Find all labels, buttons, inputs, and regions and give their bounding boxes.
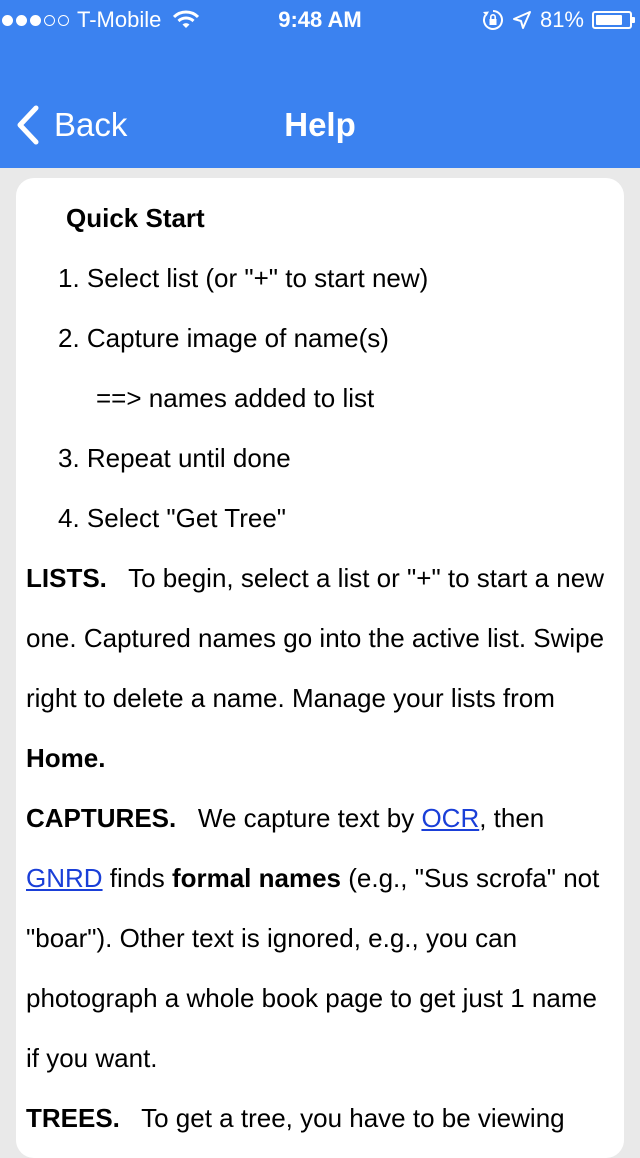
lists-heading: LISTS. xyxy=(26,563,107,593)
trees-text: To get a tree, you have to be viewing xyxy=(141,1103,565,1133)
location-arrow-icon xyxy=(512,11,531,29)
captures-text-4: (e.g., "Sus scrofa" not "boar"). Other t… xyxy=(26,863,600,1073)
page-title: Help xyxy=(284,106,356,143)
status-bar: T-Mobile 9:48 AM 81% xyxy=(0,0,640,40)
ocr-link[interactable]: OCR xyxy=(421,803,479,833)
lists-text: To begin, select a list or "+" to start … xyxy=(26,563,605,713)
battery-icon xyxy=(592,11,635,29)
orientation-lock-icon xyxy=(482,10,503,30)
trees-paragraph: TREES. To get a tree, you have to be vie… xyxy=(26,1088,616,1148)
captures-heading: CAPTURES. xyxy=(26,803,177,833)
battery-percent: 81% xyxy=(539,7,584,32)
trees-heading: TREES. xyxy=(26,1103,120,1133)
quick-start-substep: ==> names added to list xyxy=(96,383,375,413)
lists-paragraph: LISTS. To begin, select a list or "+" to… xyxy=(26,548,616,788)
navigation-bar: Back Help xyxy=(0,86,640,166)
status-right: 81% xyxy=(482,0,635,40)
formal-names-label: formal names xyxy=(171,863,342,893)
battery-fill xyxy=(596,15,622,25)
captures-paragraph: CAPTURES. We capture text by OCR, then G… xyxy=(26,788,616,1088)
help-content[interactable]: Quick Start 1. Select list (or "+" to st… xyxy=(26,188,616,1148)
gnrd-link[interactable]: GNRD xyxy=(26,863,103,893)
top-bar: T-Mobile 9:48 AM 81% Back Help xyxy=(0,0,640,168)
quick-start-heading: Quick Start xyxy=(66,203,205,233)
quick-start-step: 2. Capture image of name(s) xyxy=(58,323,389,353)
quick-start-step: 4. Select "Get Tree" xyxy=(58,503,287,533)
quick-start-step: 1. Select list (or "+" to start new) xyxy=(58,263,429,293)
quick-start-step: 3. Repeat until done xyxy=(58,443,291,473)
captures-text-3: finds xyxy=(102,863,172,893)
captures-text-1: We capture text by xyxy=(197,803,422,833)
home-label: Home. xyxy=(26,743,106,773)
captures-text-2: , then xyxy=(479,803,545,833)
